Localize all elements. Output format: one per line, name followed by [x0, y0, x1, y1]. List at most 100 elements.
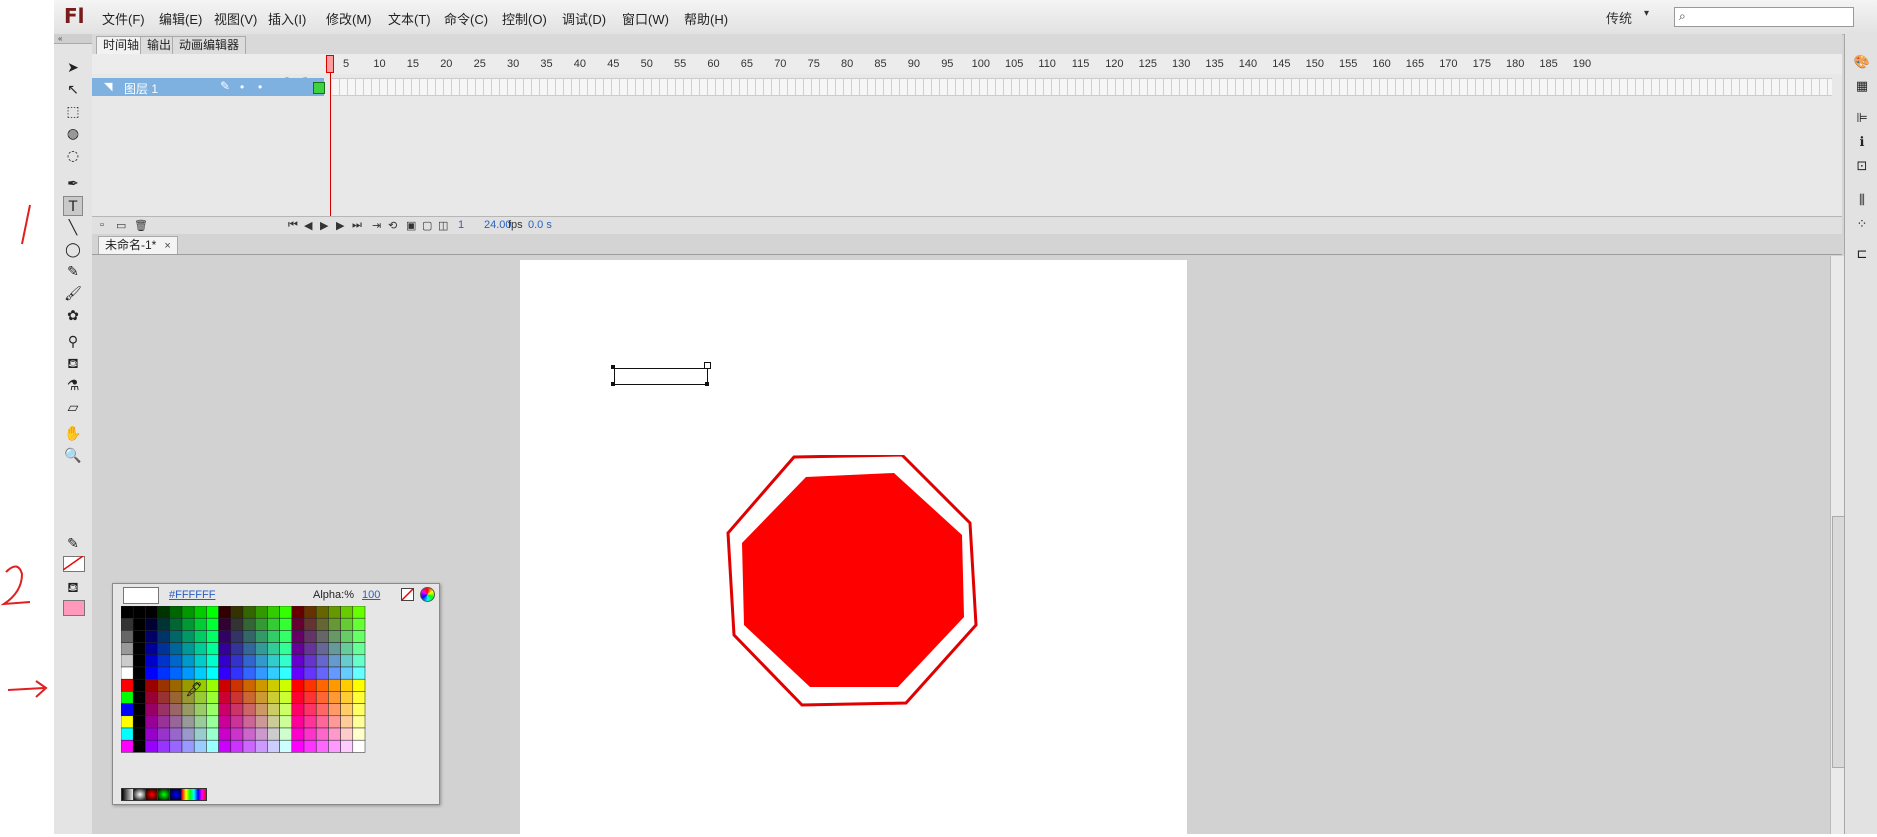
color-swatch[interactable] — [121, 703, 134, 717]
color-swatch[interactable] — [193, 642, 207, 656]
color-swatch[interactable] — [328, 739, 341, 753]
color-swatch[interactable] — [328, 691, 341, 704]
color-swatch[interactable] — [230, 678, 244, 692]
color-swatch[interactable] — [181, 617, 195, 631]
color-swatch[interactable] — [230, 654, 244, 668]
color-swatch[interactable] — [230, 642, 244, 656]
color-swatch[interactable] — [254, 654, 268, 668]
color-swatch[interactable] — [254, 630, 268, 643]
color-swatch[interactable] — [254, 678, 268, 692]
layer-row[interactable]: ◥ 图层 1 ✎ • • — [92, 78, 325, 96]
color-swatch[interactable] — [279, 727, 293, 741]
color-swatch[interactable] — [145, 630, 158, 643]
color-swatch[interactable] — [218, 691, 232, 704]
color-swatch[interactable] — [218, 727, 232, 741]
color-swatch[interactable] — [352, 630, 366, 643]
color-swatch[interactable] — [279, 703, 293, 717]
color-swatch[interactable] — [303, 703, 317, 717]
tab-motion-editor[interactable]: 动画编辑器 — [172, 36, 247, 54]
color-swatch[interactable] — [315, 727, 329, 741]
text-resize-handle[interactable] — [704, 362, 711, 369]
chevron-down-icon[interactable]: ▾ — [1644, 8, 1649, 19]
color-swatch[interactable] — [132, 642, 146, 656]
color-swatch[interactable] — [242, 715, 256, 729]
color-swatch[interactable] — [303, 630, 317, 643]
color-swatch[interactable] — [267, 666, 280, 680]
color-swatch[interactable] — [169, 715, 183, 729]
color-swatch[interactable] — [340, 642, 354, 656]
oval-tool-icon[interactable]: ◯ — [63, 240, 83, 260]
brush-tool-icon[interactable]: 🖌 — [63, 284, 83, 304]
color-swatch[interactable] — [206, 727, 219, 741]
color-swatch[interactable] — [145, 617, 158, 631]
color-swatch[interactable] — [340, 630, 354, 643]
menu-edit[interactable]: 编辑(E) — [159, 9, 202, 28]
menu-commands[interactable]: 命令(C) — [444, 9, 488, 28]
color-swatch[interactable] — [242, 666, 256, 680]
color-swatch[interactable] — [206, 715, 219, 729]
octagon-shape[interactable] — [724, 455, 984, 715]
color-swatch[interactable] — [303, 617, 317, 631]
color-swatch[interactable] — [254, 691, 268, 704]
color-swatch[interactable] — [340, 617, 354, 631]
color-swatch[interactable] — [218, 666, 232, 680]
color-swatch[interactable] — [267, 691, 280, 704]
color-panel-icon[interactable]: 🎨 — [1853, 54, 1871, 72]
color-swatch[interactable] — [181, 654, 195, 668]
color-swatch[interactable] — [315, 654, 329, 668]
edit-multiple-frames-icon[interactable]: ◫ — [438, 219, 448, 232]
layer-outline-color-icon[interactable] — [313, 82, 325, 94]
color-swatch[interactable] — [132, 739, 146, 753]
color-swatch[interactable] — [230, 727, 244, 741]
color-swatch[interactable] — [169, 654, 183, 668]
color-swatch[interactable] — [315, 715, 329, 729]
hex-value[interactable]: #FFFFFF — [169, 589, 215, 601]
color-swatch[interactable] — [121, 630, 134, 643]
color-swatch[interactable] — [242, 727, 256, 741]
color-swatch[interactable] — [218, 715, 232, 729]
color-swatch[interactable] — [230, 666, 244, 680]
color-swatch[interactable] — [132, 678, 146, 692]
line-tool-icon[interactable]: ╲ — [63, 218, 83, 238]
color-swatch[interactable] — [291, 617, 305, 631]
color-swatch[interactable] — [254, 703, 268, 717]
library-panel-icon[interactable]: ⫼ — [1853, 192, 1871, 210]
free-transform-tool-icon[interactable]: ⬚ — [63, 102, 83, 122]
color-swatch[interactable] — [181, 606, 195, 619]
color-swatch[interactable] — [193, 654, 207, 668]
color-swatch[interactable] — [121, 617, 134, 631]
color-swatch[interactable] — [206, 666, 219, 680]
alpha-value[interactable]: 100 — [362, 589, 380, 601]
color-swatch[interactable] — [303, 739, 317, 753]
color-swatch[interactable] — [352, 642, 366, 656]
color-swatch[interactable] — [267, 630, 280, 643]
color-swatch[interactable] — [315, 617, 329, 631]
onion-outline-icon[interactable]: ▢ — [422, 219, 432, 232]
color-swatch[interactable] — [181, 715, 195, 729]
color-swatch[interactable] — [193, 630, 207, 643]
color-swatch[interactable] — [328, 666, 341, 680]
color-swatch[interactable] — [132, 606, 146, 619]
color-swatch[interactable] — [193, 703, 207, 717]
color-swatch[interactable] — [121, 606, 134, 619]
color-swatch[interactable] — [132, 630, 146, 643]
color-swatch[interactable] — [279, 678, 293, 692]
first-frame-icon[interactable]: ⏮ — [288, 219, 298, 232]
color-swatch[interactable] — [132, 691, 146, 704]
swatch-grid[interactable] — [121, 606, 433, 786]
color-swatch[interactable] — [315, 666, 329, 680]
color-swatch[interactable] — [132, 715, 146, 729]
color-swatch[interactable] — [218, 703, 232, 717]
menu-debug[interactable]: 调试(D) — [562, 9, 606, 28]
color-swatch[interactable] — [157, 630, 171, 643]
color-swatch[interactable] — [291, 642, 305, 656]
color-swatch[interactable] — [230, 715, 244, 729]
color-swatch[interactable] — [121, 691, 134, 704]
color-swatch[interactable] — [303, 715, 317, 729]
text-tool-icon[interactable]: T — [63, 196, 83, 216]
color-swatch[interactable] — [340, 666, 354, 680]
color-swatch[interactable] — [121, 739, 134, 753]
color-swatch[interactable] — [145, 606, 158, 619]
color-swatch[interactable] — [206, 691, 219, 704]
color-swatch[interactable] — [254, 606, 268, 619]
